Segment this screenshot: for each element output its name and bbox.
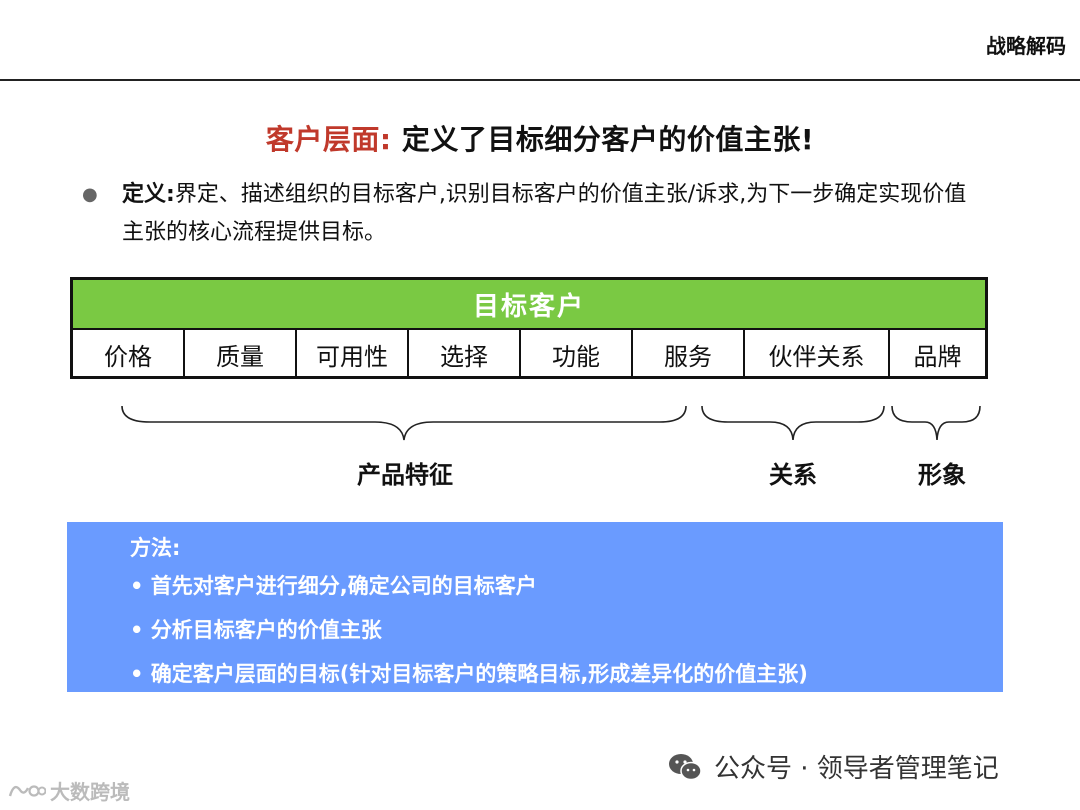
- watermark-text: 大数跨境: [50, 780, 130, 804]
- table-cell-selection: 选择: [409, 330, 521, 378]
- table-cell-function: 功能: [521, 330, 633, 378]
- table-cell-service: 服务: [633, 330, 745, 378]
- method-item: • 分析目标客户的价值主张: [130, 618, 382, 642]
- title-accent: 客户层面:: [265, 123, 392, 156]
- page-title: 客户层面: 定义了目标细分客户的价值主张!: [0, 118, 1080, 158]
- table-header: 目标客户: [73, 280, 985, 330]
- bullet-dot-icon: ●: [82, 184, 98, 205]
- group-label-relation: 关系: [769, 461, 817, 489]
- watermark-logo-icon: [8, 784, 46, 797]
- grouping-braces: [121, 405, 981, 441]
- table-cell-partnership: 伙伴关系: [745, 330, 890, 378]
- method-box: 方法: • 首先对客户进行细分,确定公司的目标客户 • 分析目标客户的价值主张 …: [67, 522, 1003, 692]
- table-cell-availability: 可用性: [297, 330, 409, 378]
- footer-brand: 公众号 · 领导者管理笔记: [668, 748, 999, 785]
- brace-relation: [701, 405, 885, 441]
- header-divider: [0, 79, 1080, 81]
- brace-image: [891, 405, 981, 441]
- target-customer-table: 目标客户 价格 质量 可用性 选择 功能 服务 伙伴关系 品牌: [70, 277, 988, 379]
- method-title: 方法:: [130, 536, 181, 560]
- definition-label: 定义:: [122, 182, 175, 207]
- group-label-product: 产品特征: [357, 461, 453, 489]
- watermark: 大数跨境: [6, 776, 130, 805]
- definition-text-block: 定义:界定、描述组织的目标客户,识别目标客户的价值主张/诉求,为下一步确定实现价…: [122, 176, 982, 252]
- definition-text: 界定、描述组织的目标客户,识别目标客户的价值主张/诉求,为下一步确定实现价值主张…: [122, 182, 967, 245]
- group-label-image: 形象: [918, 461, 966, 489]
- method-item: • 首先对客户进行细分,确定公司的目标客户: [130, 574, 537, 598]
- method-item: • 确定客户层面的目标(针对目标客户的策略目标,形成差异化的价值主张): [130, 662, 808, 686]
- footer-brand-text: 公众号 · 领导者管理笔记: [714, 754, 999, 784]
- wechat-icon: [669, 753, 702, 780]
- definition-paragraph: ● 定义:界定、描述组织的目标客户,识别目标客户的价值主张/诉求,为下一步确定实…: [82, 176, 982, 252]
- table-cell-brand: 品牌: [913, 342, 962, 371]
- brace-product: [121, 405, 687, 441]
- method-list: • 首先对客户进行细分,确定公司的目标客户 • 分析目标客户的价值主张 • 确定…: [130, 564, 808, 696]
- title-rest: 定义了目标细分客户的价值主张!: [391, 123, 815, 156]
- header-label: 战略解码: [986, 34, 1066, 58]
- table-cells-row: 价格 质量 可用性 选择 功能 服务 伙伴关系 品牌: [73, 330, 985, 378]
- table-cell-quality: 质量: [185, 330, 297, 378]
- table-cell-price: 价格: [73, 330, 185, 378]
